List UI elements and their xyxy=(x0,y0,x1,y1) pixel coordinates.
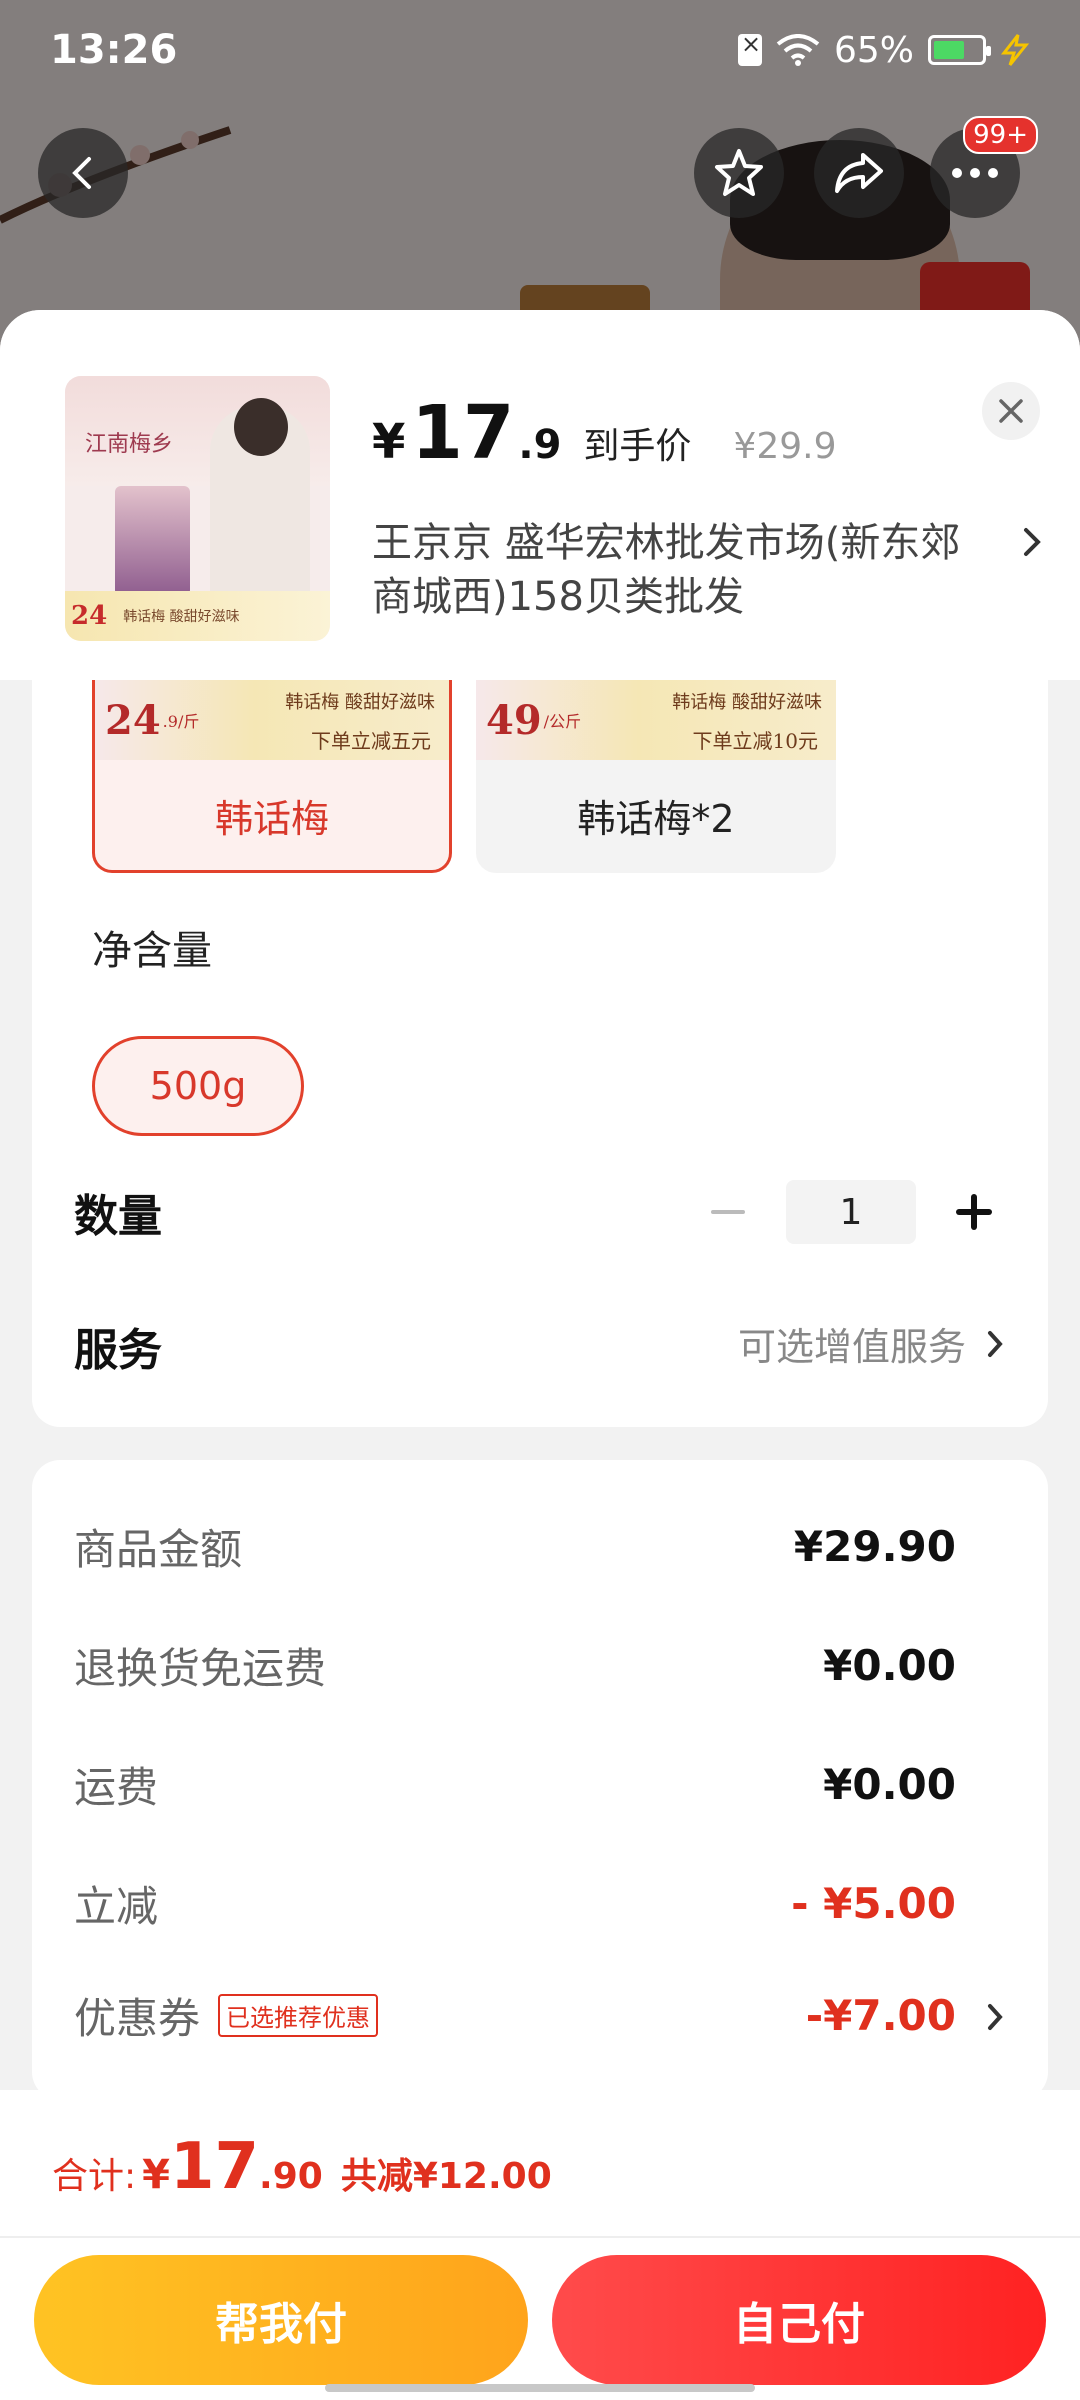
discount-label: 立减 xyxy=(74,1882,159,1931)
service-hint: 可选增值服务 xyxy=(737,1325,966,1369)
quantity-input[interactable]: 1 xyxy=(786,1180,916,1244)
thumb-price: 24 xyxy=(71,601,108,631)
free-return-label: 退换货免运费 xyxy=(74,1644,327,1693)
chevron-left-icon xyxy=(72,157,91,189)
thumb-note: 韩话梅 酸甜好滋味 xyxy=(123,609,240,625)
price-detail-card: 商品金额 ¥29.90 退换货免运费 ¥0.00 运费 ¥0.00 立减 - ¥… xyxy=(32,1460,1048,2100)
shipping-row: 运费 ¥0.00 xyxy=(74,1754,956,1815)
quantity-stepper: 1 xyxy=(696,1180,1006,1244)
message-count-badge: 99+ xyxy=(963,116,1038,154)
more-dots-icon xyxy=(952,168,998,178)
net-content-title: 净含量 xyxy=(92,928,212,974)
total-integer: 17 xyxy=(169,2130,260,2204)
variant-label: 韩话梅 xyxy=(214,796,329,841)
total-label: 合计: xyxy=(52,2156,137,2197)
checkout-footer: 合计: ¥ 17 .90 共减¥12.00 帮我付 自己付 xyxy=(0,2090,1080,2400)
discount-row: 立减 - ¥5.00 xyxy=(74,1873,956,1934)
wifi-icon xyxy=(776,34,820,66)
variant-banner: 49 /公斤 韩话梅 酸甜好滋味 下单立减10元 xyxy=(476,680,836,760)
thumb-package xyxy=(115,486,190,596)
chevron-right-icon xyxy=(988,2004,1003,2030)
chevron-right-icon xyxy=(988,1330,1003,1357)
favorite-button[interactable] xyxy=(694,128,784,218)
options-card: 24 .9/斤 韩话梅 酸甜好滋味 下单立减五元 韩话梅 49 /公斤 韩话梅 … xyxy=(32,680,1048,1427)
variant-option-2[interactable]: 49 /公斤 韩话梅 酸甜好滋味 下单立减10元 韩话梅*2 xyxy=(476,680,836,873)
product-thumbnail: 江南梅乡 24 韩话梅 酸甜好滋味 xyxy=(65,376,330,641)
battery-icon xyxy=(928,35,991,65)
original-price: ¥29.9 xyxy=(733,426,837,467)
total-decimal: .90 xyxy=(259,2156,323,2197)
coupon-label: 优惠券 xyxy=(74,1994,201,2043)
total-summary: 合计: ¥ 17 .90 共减¥12.00 xyxy=(52,2130,552,2204)
battery-percent: 65% xyxy=(833,29,914,71)
goods-amount-row: 商品金额 ¥29.90 xyxy=(74,1516,956,1577)
thumb-model xyxy=(210,398,310,606)
coupon-row[interactable]: 优惠券 已选推荐优惠 -¥7.00 xyxy=(74,1985,956,2046)
coupon-value: -¥7.00 xyxy=(805,1991,956,2040)
footer-divider xyxy=(0,2236,1080,2238)
back-button[interactable] xyxy=(38,128,128,218)
final-price-label: 到手价 xyxy=(583,426,692,467)
thumb-title: 江南梅乡 xyxy=(85,432,174,457)
free-return-row: 退换货免运费 ¥0.00 xyxy=(74,1635,956,1696)
increase-quantity-button[interactable] xyxy=(942,1180,1006,1244)
goods-amount-label: 商品金额 xyxy=(74,1525,243,1574)
variant-banner-price: 49 xyxy=(486,696,542,744)
home-indicator[interactable] xyxy=(325,2384,755,2392)
share-icon xyxy=(835,153,883,193)
shipping-label: 运费 xyxy=(74,1763,159,1812)
free-return-value: ¥0.00 xyxy=(823,1641,956,1690)
variant-banner-unit: /公斤 xyxy=(543,712,582,731)
service-title: 服务 xyxy=(74,1325,162,1376)
variant-banner: 24 .9/斤 韩话梅 酸甜好滋味 下单立减五元 xyxy=(95,680,449,760)
close-sheet-button[interactable] xyxy=(982,382,1040,440)
price-integer: 17 xyxy=(411,390,515,476)
help-me-pay-button[interactable]: 帮我付 xyxy=(34,2255,528,2385)
close-icon xyxy=(999,399,1023,423)
sheet-header: 江南梅乡 24 韩话梅 酸甜好滋味 ¥ 17 .9 到手价 ¥29.9 王京京 … xyxy=(0,310,1080,680)
chevron-right-icon xyxy=(1024,528,1041,556)
status-time: 13:26 xyxy=(50,27,178,73)
variant-option-1[interactable]: 24 .9/斤 韩话梅 酸甜好滋味 下单立减五元 韩话梅 xyxy=(92,680,452,873)
charging-icon xyxy=(1000,34,1030,66)
variant-banner-tag: 韩话梅 酸甜好滋味 xyxy=(672,692,822,713)
shipping-value: ¥0.00 xyxy=(823,1760,956,1809)
more-button[interactable]: 99+ xyxy=(930,116,1038,218)
no-sim-icon xyxy=(737,30,762,66)
coupon-label-group: 优惠券 已选推荐优惠 xyxy=(74,1985,379,2046)
total-saved: 共减¥12.00 xyxy=(340,2156,552,2197)
variant-label: 韩话梅*2 xyxy=(577,796,735,841)
price-row: ¥ 17 .9 到手价 ¥29.9 xyxy=(372,390,837,476)
store-address[interactable]: 王京京 盛华宏林批发市场(新东郊商城西)158贝类批发 xyxy=(372,516,972,624)
net-content-option-500g[interactable]: 500g xyxy=(92,1036,304,1136)
thumb-price-band: 24 韩话梅 酸甜好滋味 xyxy=(65,591,330,641)
quantity-title: 数量 xyxy=(74,1191,162,1242)
coupon-recommended-tag: 已选推荐优惠 xyxy=(218,1994,379,2037)
discount-value: - ¥5.00 xyxy=(791,1879,956,1928)
status-icons: 65% xyxy=(737,29,1030,71)
price-currency: ¥ xyxy=(372,414,406,470)
pay-myself-button[interactable]: 自己付 xyxy=(552,2255,1046,2385)
status-bar: 13:26 65% xyxy=(0,0,1080,100)
variant-banner-tag: 韩话梅 酸甜好滋味 xyxy=(285,692,435,713)
service-selector[interactable]: 可选增值服务 xyxy=(738,1316,1006,1371)
sku-selection-sheet: 江南梅乡 24 韩话梅 酸甜好滋味 ¥ 17 .9 到手价 ¥29.9 王京京 … xyxy=(0,310,1080,2400)
share-button[interactable] xyxy=(814,128,904,218)
variant-banner-price: 24 xyxy=(105,696,161,744)
star-icon xyxy=(715,149,763,196)
variant-banner-sub: 下单立减五元 xyxy=(311,729,431,753)
price-decimal: .9 xyxy=(518,422,562,468)
goods-amount-value: ¥29.90 xyxy=(793,1522,956,1571)
decrease-quantity-button[interactable] xyxy=(696,1180,760,1244)
variant-banner-unit: .9/斤 xyxy=(162,712,200,731)
variant-banner-sub: 下单立减10元 xyxy=(692,729,818,753)
total-currency: ¥ xyxy=(142,2152,170,2198)
